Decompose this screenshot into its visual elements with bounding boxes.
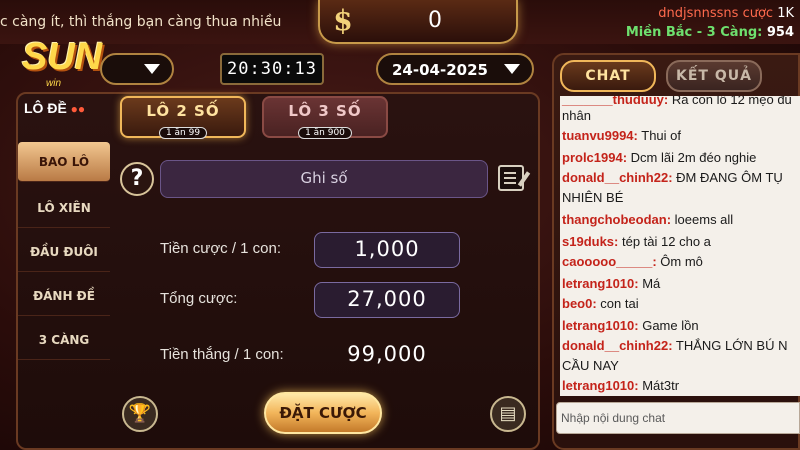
chat-message: nhân <box>562 108 591 123</box>
tab-rate-badge: 1 ăn 99 <box>158 127 208 139</box>
sidebar-item-3-cang[interactable]: 3 CÀNG <box>18 320 110 360</box>
clock-display: 20:30:13 <box>220 53 324 85</box>
trophy-icon[interactable]: 🏆 <box>122 396 158 432</box>
win-per-number-label: Tiền thắng / 1 con: <box>160 346 284 363</box>
chat-message: thangchobeodan: loeems all <box>562 212 734 227</box>
balance-display[interactable]: $ 0 <box>318 0 518 44</box>
tab-lo-2-so[interactable]: LÔ 2 SỐ 1 ăn 99 <box>120 96 246 139</box>
top-bar: c càng ít, thì thắng bạn càng thua nhiều… <box>0 0 800 44</box>
bet-per-number-label: Tiền cược / 1 con: <box>160 240 282 257</box>
sidebar-item-lo-xien[interactable]: LÔ XIÊN <box>18 188 110 228</box>
tab-ket-qua[interactable]: KẾT QUẢ <box>666 60 762 92</box>
chat-message: donald__chinh22: THẮNG LỚN BÚ N <box>562 338 788 353</box>
dollar-icon: $ <box>333 4 353 37</box>
history-icon[interactable]: ▤ <box>490 396 526 432</box>
bet-per-number-field[interactable]: 1,000 <box>314 232 460 268</box>
recent-bet-amount: 1K <box>777 6 794 21</box>
region-select[interactable] <box>100 53 174 85</box>
recent-bet-region: Miền Bắc - 3 Càng: <box>625 25 763 40</box>
chevron-down-icon <box>144 64 160 74</box>
sidebar-item-danh-de[interactable]: ĐÁNH ĐỀ <box>18 276 110 316</box>
chevron-down-icon <box>504 64 520 74</box>
date-select-value: 24-04-2025 <box>392 61 488 79</box>
number-input[interactable]: Ghi số <box>160 160 488 198</box>
tab-rate-badge: 1 ăn 900 <box>298 127 352 139</box>
chat-messages[interactable]: _______thuduuy: Ra con lô 12 mẹo đủ nhân… <box>560 96 800 396</box>
marquee-text: c càng ít, thì thắng bạn càng thua nhiều <box>0 14 282 30</box>
balance-value: 0 <box>428 8 442 33</box>
help-button[interactable]: ? <box>120 162 154 196</box>
recent-bet-count: 954 <box>766 25 794 40</box>
chat-message: prolc1994: Dcm lãi 2m đéo nghie <box>562 150 757 165</box>
tab-lo-3-so[interactable]: LÔ 3 SỐ 1 ăn 900 <box>262 96 388 139</box>
chat-message: donald__chinh22: ĐM ĐANG ÔM TỤ <box>562 170 783 185</box>
chat-message: s19duks: tép tài 12 cho a <box>562 234 711 249</box>
chat-message: letrang1010: Mát3tr <box>562 378 680 393</box>
chat-message: letrang1010: Má <box>562 276 661 291</box>
chat-message: beo0: con tai <box>562 296 639 311</box>
tab-chat[interactable]: CHAT <box>560 60 656 92</box>
chat-message: NHIÊN BÉ <box>562 190 624 205</box>
chat-message: tuanvu9994: Thui of <box>562 128 681 143</box>
chat-message: caooooo_____: Ôm mô <box>562 254 703 269</box>
recent-bettor: dndjsnnssns cược <box>658 6 774 21</box>
recent-bet-info: dndjsnnssns cược 1K Miền Bắc - 3 Càng: 9… <box>626 4 794 42</box>
chat-message: letrang1010: Game lồn <box>562 318 699 333</box>
sidebar-item-dau-duoi[interactable]: ĐẦU ĐUÔI <box>18 232 110 272</box>
lode-logo: LÔ ĐỀ ●● <box>24 100 86 116</box>
place-bet-button[interactable]: ĐẶT CƯỢC <box>264 392 382 434</box>
chat-input[interactable]: Nhập nội dung chat <box>556 402 800 434</box>
lottery-balls-icon: ●● <box>70 102 86 116</box>
sidebar-item-bao-lo[interactable]: BAO LÔ <box>18 142 110 182</box>
chat-message: CẦU NAY <box>562 358 619 373</box>
edit-icon[interactable] <box>498 165 531 191</box>
date-select[interactable]: 24-04-2025 <box>376 53 534 85</box>
total-bet-label: Tổng cược: <box>160 290 238 307</box>
total-bet-field: 27,000 <box>314 282 460 318</box>
win-per-number-value: 99,000 <box>347 342 427 366</box>
